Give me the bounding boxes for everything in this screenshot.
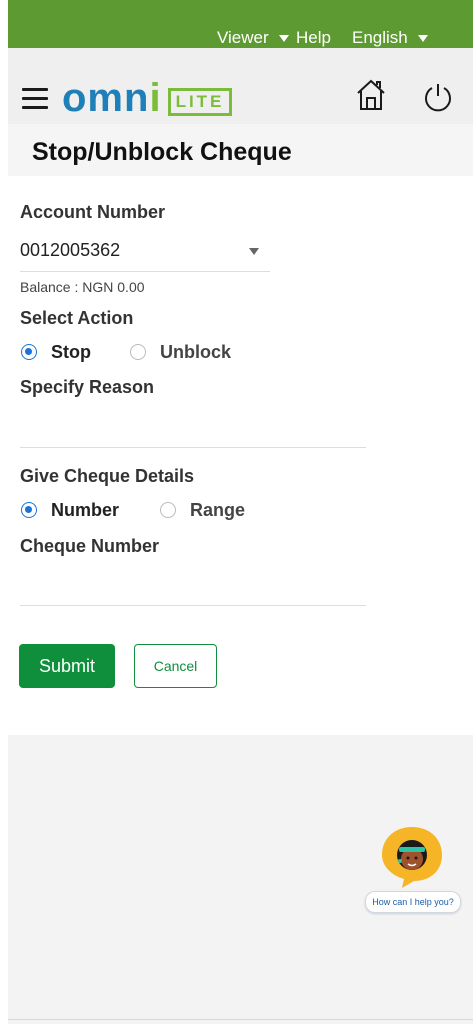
top-bar: Viewer Help English <box>8 0 473 48</box>
caret-down-icon <box>417 34 428 42</box>
radio-number-label[interactable]: Number <box>51 500 119 521</box>
radio-unblock-label[interactable]: Unblock <box>160 342 231 363</box>
account-number-label: Account Number <box>20 202 166 222</box>
viewer-label: Viewer <box>217 28 269 47</box>
specify-reason-label: Specify Reason <box>20 377 155 397</box>
caret-down-icon <box>278 34 289 42</box>
caret-down-icon <box>249 248 259 255</box>
help-label: Help <box>296 28 331 47</box>
omni-lite-logo: omni LITE <box>62 76 233 120</box>
language-dropdown[interactable]: English <box>352 28 428 48</box>
menu-icon[interactable] <box>22 88 48 110</box>
radio-range[interactable] <box>160 502 176 518</box>
radio-unblock[interactable] <box>130 344 146 360</box>
bottom-divider <box>8 1019 473 1020</box>
radio-range-label[interactable]: Range <box>190 500 245 521</box>
app-header: omni LITE <box>8 48 473 124</box>
select-action-label: Select Action <box>20 308 134 328</box>
page-title-bar: Stop/Unblock Cheque <box>8 124 473 176</box>
assistant-avatar-icon[interactable] <box>380 825 444 889</box>
account-number-value: 0012005362 <box>20 240 121 260</box>
cancel-button[interactable]: Cancel <box>134 644 217 688</box>
submit-button[interactable]: Submit <box>19 644 115 688</box>
reason-input-underline <box>20 447 366 448</box>
page-title: Stop/Unblock Cheque <box>32 138 292 166</box>
balance-text: Balance : NGN 0.00 <box>20 279 145 295</box>
viewer-dropdown[interactable]: Viewer <box>217 28 289 48</box>
help-link[interactable]: Help <box>296 28 331 48</box>
radio-number[interactable] <box>21 502 37 518</box>
language-label: English <box>352 28 408 47</box>
logo-wordmark: omni <box>62 76 162 120</box>
cheque-number-underline <box>20 605 366 606</box>
radio-stop-label[interactable]: Stop <box>51 342 91 363</box>
power-icon[interactable] <box>423 82 453 117</box>
home-icon[interactable] <box>356 79 386 116</box>
cheque-details-label: Give Cheque Details <box>20 466 195 486</box>
logo-badge: LITE <box>167 88 233 116</box>
radio-stop[interactable] <box>21 344 37 360</box>
reason-input[interactable] <box>20 412 366 446</box>
cheque-number-input[interactable] <box>20 570 366 604</box>
help-prompt-bubble[interactable]: How can I help you? <box>365 891 461 913</box>
cheque-number-label: Cheque Number <box>20 536 160 556</box>
account-select-underline <box>20 271 270 272</box>
